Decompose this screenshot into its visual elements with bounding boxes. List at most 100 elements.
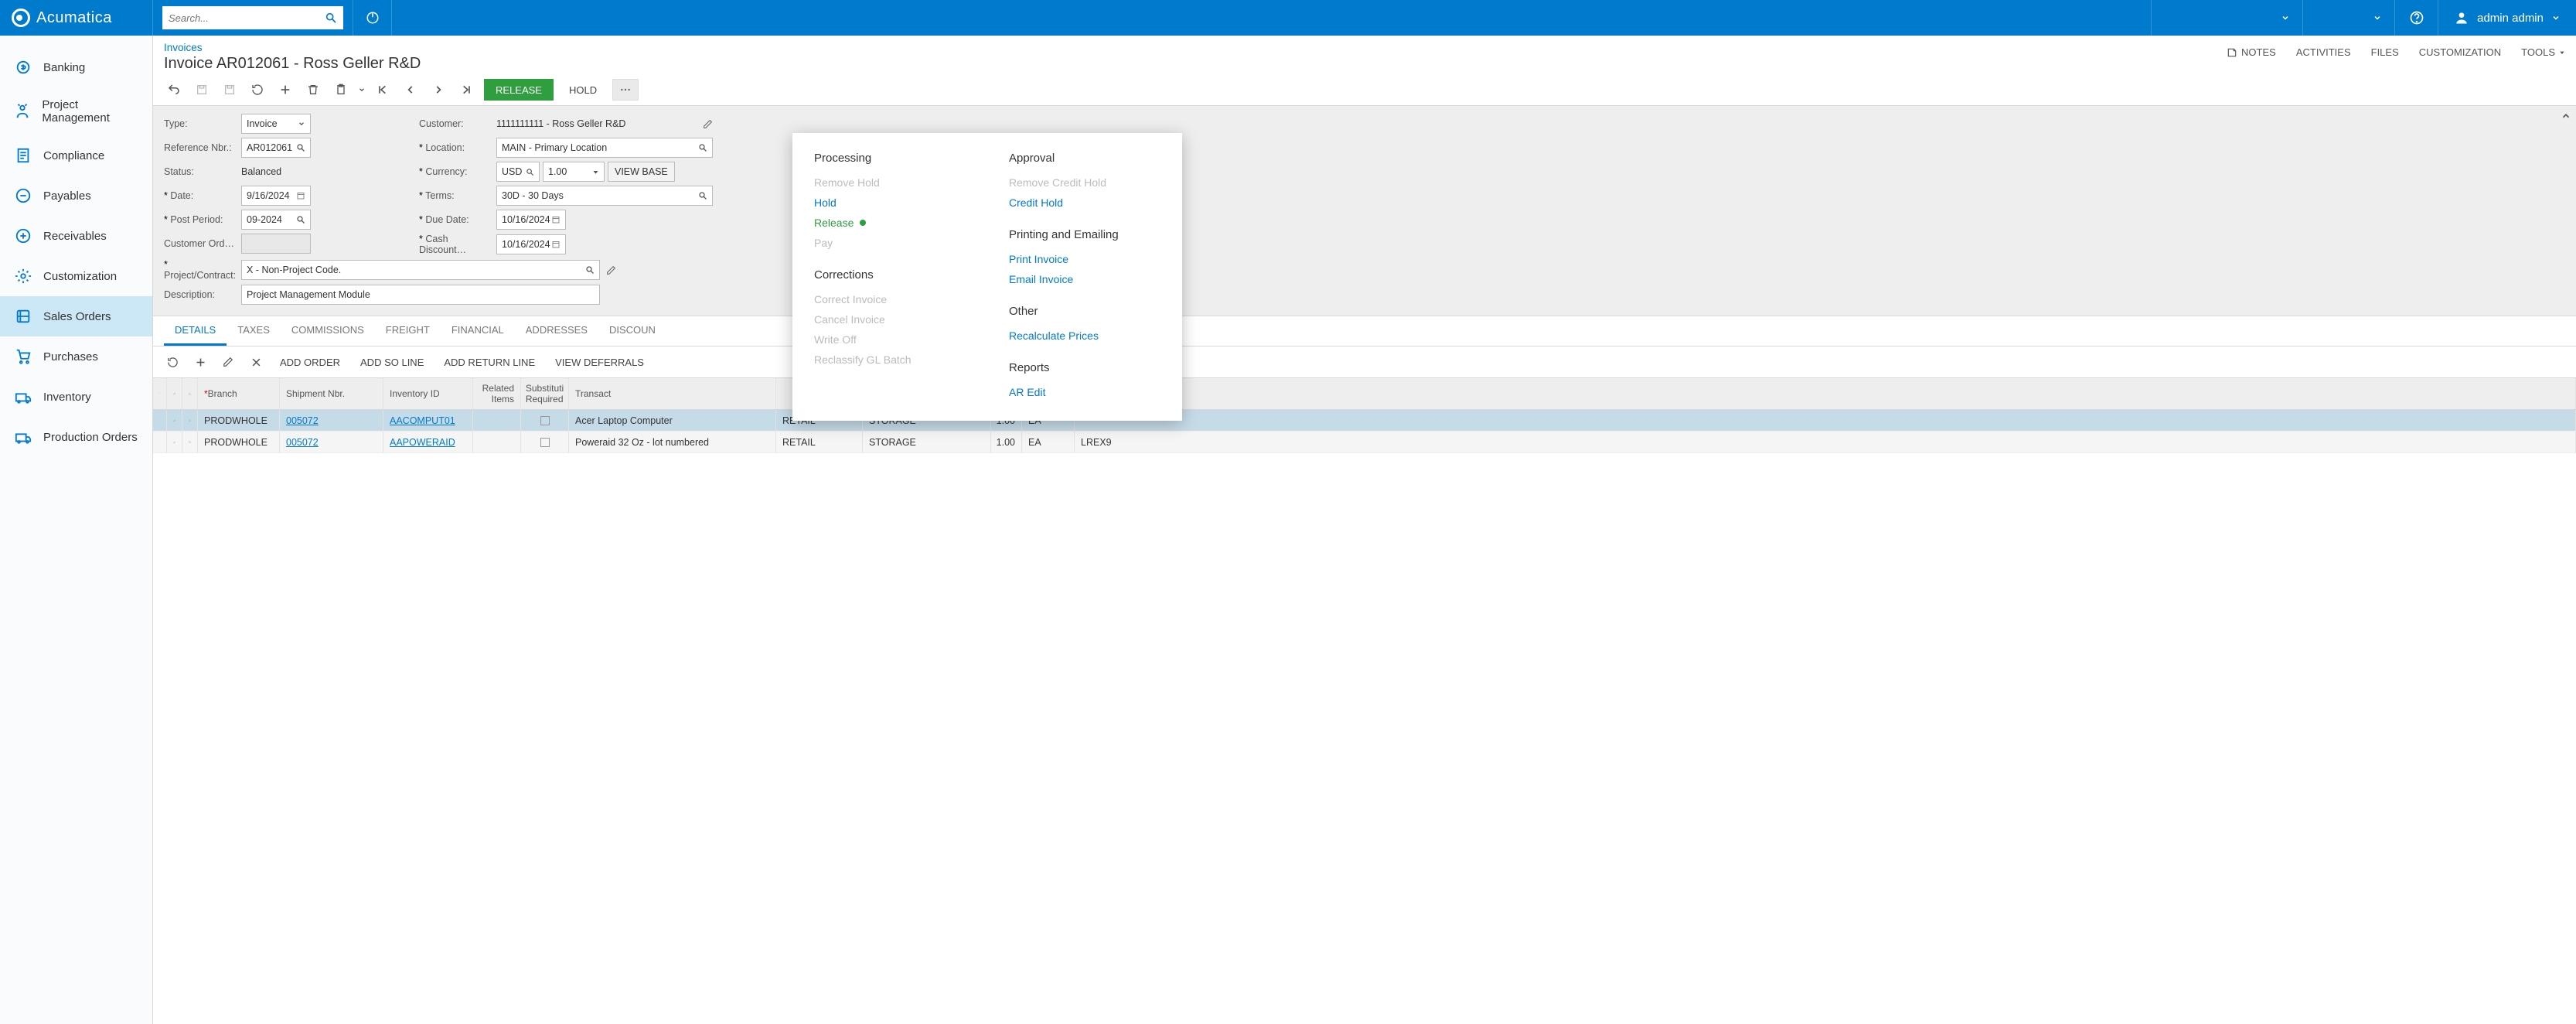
tab-commissions[interactable]: COMMISSIONS bbox=[281, 316, 375, 346]
grid-col-handle[interactable] bbox=[153, 378, 167, 409]
cell-substituti[interactable] bbox=[521, 432, 569, 452]
grid-delete-button[interactable] bbox=[244, 351, 267, 373]
refresh-button[interactable] bbox=[353, 0, 392, 36]
files-button[interactable]: FILES bbox=[2371, 46, 2399, 58]
action-hold[interactable]: Hold bbox=[814, 193, 966, 213]
add-so-line-button[interactable]: ADD SO LINE bbox=[353, 357, 431, 368]
edit-project-button[interactable] bbox=[606, 265, 616, 275]
next-button[interactable] bbox=[425, 79, 451, 101]
clipboard-button[interactable] bbox=[328, 79, 354, 101]
grid-refresh-button[interactable] bbox=[161, 351, 184, 373]
cell-qty[interactable]: 1.00 bbox=[991, 432, 1022, 452]
tab-discoun[interactable]: DISCOUN bbox=[598, 316, 666, 346]
tab-taxes[interactable]: TAXES bbox=[227, 316, 281, 346]
delete-button[interactable] bbox=[300, 79, 326, 101]
cell-description[interactable]: Poweraid 32 Oz - lot numbered bbox=[569, 432, 776, 452]
action-release[interactable]: Release bbox=[814, 213, 966, 233]
tab-details[interactable]: DETAILS bbox=[164, 316, 227, 346]
cell-branch[interactable]: PRODWHOLE bbox=[198, 410, 280, 431]
grid-edit-button[interactable] bbox=[216, 351, 240, 373]
cell-inventory[interactable]: AAPOWERAID bbox=[383, 432, 473, 452]
discard-button[interactable] bbox=[244, 79, 271, 101]
first-button[interactable] bbox=[370, 79, 396, 101]
row-expand-button[interactable] bbox=[153, 432, 167, 452]
add-return-line-button[interactable]: ADD RETURN LINE bbox=[436, 357, 543, 368]
row-expand-button[interactable] bbox=[153, 410, 167, 431]
sidebar-item-inventory[interactable]: Inventory bbox=[0, 377, 152, 417]
grid-col-lot[interactable]: Lot/Serial Nbr. bbox=[1075, 378, 2576, 409]
cashdisc-input[interactable]: 10/16/2024 bbox=[496, 234, 566, 254]
add-button[interactable] bbox=[272, 79, 298, 101]
view-deferrals-button[interactable]: VIEW DEFERRALS bbox=[547, 357, 652, 368]
help-button[interactable] bbox=[2394, 0, 2438, 36]
tenant-selector[interactable]: Revision Two Products Products Wholesale bbox=[2151, 0, 2302, 36]
more-actions-button[interactable] bbox=[612, 79, 639, 101]
grid-col-substituti[interactable]: Substituti Required bbox=[521, 378, 569, 409]
grid-add-button[interactable] bbox=[189, 351, 212, 373]
brand-logo[interactable]: Acumatica bbox=[0, 0, 153, 36]
action-print-invoice[interactable]: Print Invoice bbox=[1009, 249, 1160, 269]
terms-input[interactable]: 30D - 30 Days bbox=[496, 186, 713, 206]
collapse-panel-button[interactable] bbox=[2561, 111, 2571, 121]
grid-col-inventory[interactable]: Inventory ID bbox=[383, 378, 473, 409]
project-input[interactable]: X - Non-Project Code. bbox=[241, 260, 600, 280]
sidebar-item-payables[interactable]: Payables bbox=[0, 176, 152, 216]
cell-lot[interactable]: LREX9 bbox=[1075, 432, 2576, 452]
sidebar-item-production-orders[interactable]: Production Orders bbox=[0, 417, 152, 457]
grid-col-notes[interactable] bbox=[182, 378, 198, 409]
sidebar-item-sales-orders[interactable]: Sales Orders bbox=[0, 296, 152, 336]
custord-input[interactable] bbox=[241, 234, 311, 254]
back-button[interactable] bbox=[161, 79, 187, 101]
add-order-button[interactable]: ADD ORDER bbox=[272, 357, 348, 368]
cell-description[interactable]: Acer Laptop Computer bbox=[569, 410, 776, 431]
grid-col-related[interactable]: Related Items bbox=[473, 378, 521, 409]
save-button[interactable] bbox=[216, 79, 243, 101]
row-notes-button[interactable] bbox=[182, 432, 198, 452]
sidebar-item-project-management[interactable]: Project Management bbox=[0, 87, 152, 135]
datetime-display[interactable]: 9/16/2024 5:15 AM bbox=[2302, 0, 2394, 36]
sidebar-item-purchases[interactable]: Purchases bbox=[0, 336, 152, 377]
search-input[interactable] bbox=[169, 12, 325, 24]
sidebar-item-receivables[interactable]: Receivables bbox=[0, 216, 152, 256]
customization-button[interactable]: CUSTOMIZATION bbox=[2419, 46, 2501, 58]
action-ar-edit[interactable]: AR Edit bbox=[1009, 382, 1160, 402]
rate-input[interactable]: 1.00 bbox=[543, 162, 605, 182]
cell-shipment[interactable]: 005072 bbox=[280, 432, 383, 452]
action-credit-hold[interactable]: Credit Hold bbox=[1009, 193, 1160, 213]
tools-button[interactable]: TOOLS bbox=[2521, 46, 2565, 58]
date-input[interactable]: 9/16/2024 bbox=[241, 186, 311, 206]
cell-site[interactable]: RETAIL bbox=[776, 432, 863, 452]
sidebar-item-customization[interactable]: Customization bbox=[0, 256, 152, 296]
table-row[interactable]: PRODWHOLE005072AACOMPUT01Acer Laptop Com… bbox=[153, 410, 2576, 432]
row-files-button[interactable] bbox=[167, 410, 182, 431]
cell-inventory[interactable]: AACOMPUT01 bbox=[383, 410, 473, 431]
prev-button[interactable] bbox=[397, 79, 424, 101]
location-input[interactable]: MAIN - Primary Location bbox=[496, 138, 713, 158]
notes-button[interactable]: NOTES bbox=[2227, 46, 2276, 58]
user-menu[interactable]: admin admin bbox=[2438, 0, 2576, 36]
tab-freight[interactable]: FREIGHT bbox=[375, 316, 441, 346]
cell-location[interactable]: STORAGE bbox=[863, 432, 991, 452]
cell-related[interactable] bbox=[473, 410, 521, 431]
activities-button[interactable]: ACTIVITIES bbox=[2296, 46, 2351, 58]
row-files-button[interactable] bbox=[167, 432, 182, 452]
save-and-close-button[interactable] bbox=[189, 79, 215, 101]
release-button[interactable]: RELEASE bbox=[484, 79, 554, 101]
breadcrumb[interactable]: Invoices bbox=[164, 42, 2227, 53]
grid-col-transact[interactable]: Transact bbox=[569, 378, 776, 409]
clipboard-dropdown[interactable] bbox=[356, 79, 368, 101]
last-button[interactable] bbox=[453, 79, 479, 101]
cell-lot[interactable] bbox=[1075, 410, 2576, 431]
cell-branch[interactable]: PRODWHOLE bbox=[198, 432, 280, 452]
cell-uom[interactable]: EA bbox=[1022, 432, 1075, 452]
hold-button[interactable]: HOLD bbox=[560, 79, 606, 101]
action-email-invoice[interactable]: Email Invoice bbox=[1009, 269, 1160, 289]
duedate-input[interactable]: 10/16/2024 bbox=[496, 210, 566, 230]
currency-input[interactable]: USD bbox=[496, 162, 540, 182]
sidebar-item-compliance[interactable]: Compliance bbox=[0, 135, 152, 176]
sidebar-item-banking[interactable]: Banking bbox=[0, 47, 152, 87]
description-input[interactable]: Project Management Module bbox=[241, 285, 600, 305]
tab-financial[interactable]: FINANCIAL bbox=[441, 316, 515, 346]
refnbr-input[interactable]: AR012061 bbox=[241, 138, 311, 158]
cell-related[interactable] bbox=[473, 432, 521, 452]
